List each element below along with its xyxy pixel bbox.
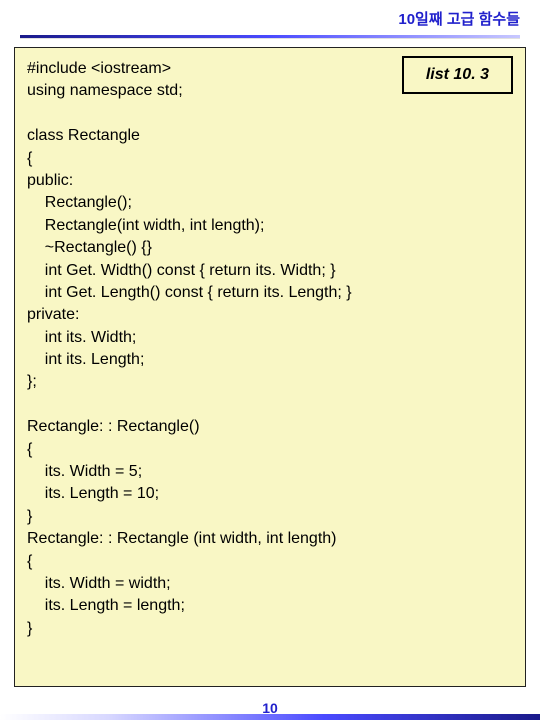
- slide-header: 10일째 고급 함수들: [0, 0, 540, 33]
- footer-gradient: [0, 714, 540, 720]
- code-panel: list 10. 3 #include <iostream> using nam…: [14, 47, 526, 687]
- code-listing: #include <iostream> using namespace std;…: [27, 58, 513, 640]
- header-divider: [20, 35, 520, 39]
- listing-label: list 10. 3: [426, 66, 489, 83]
- listing-label-box: list 10. 3: [402, 56, 513, 94]
- chapter-title: 10일째 고급 함수들: [398, 11, 520, 28]
